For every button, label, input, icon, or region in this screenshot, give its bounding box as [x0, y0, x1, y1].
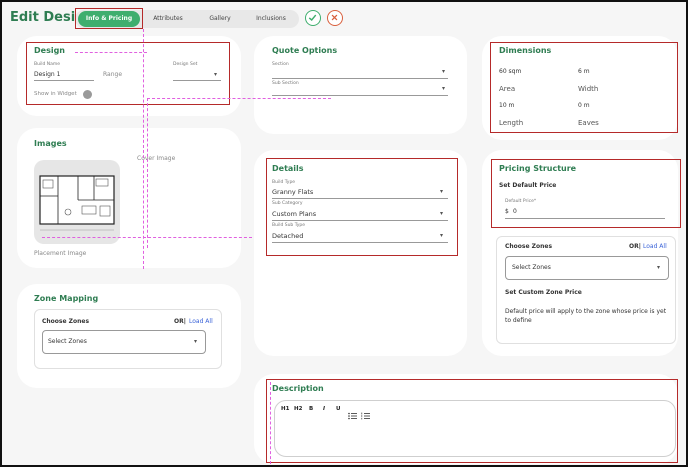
guide-line	[147, 98, 331, 99]
tab-info-pricing-label: Info & Pricing	[85, 15, 133, 22]
bold-button[interactable]: B	[309, 406, 313, 412]
guide-line	[147, 98, 148, 248]
default-price-input[interactable]: 0	[513, 208, 517, 215]
chevron-down-icon[interactable]: ▾	[440, 232, 443, 239]
build-name-input[interactable]: Design 1	[34, 71, 60, 78]
or-label: OR|	[174, 318, 186, 325]
chevron-down-icon[interactable]: ▾	[657, 264, 660, 271]
default-price-label: Default Price*	[505, 199, 537, 204]
pricing-structure-title: Pricing Structure	[499, 164, 577, 173]
guide-line	[75, 52, 147, 53]
show-in-widget-label: Show in Widget	[34, 91, 77, 97]
width-label: Width	[578, 85, 599, 93]
numbered-list-icon[interactable]	[361, 405, 370, 424]
area-label: Area	[499, 85, 516, 93]
close-icon	[331, 14, 338, 21]
pricing-note: Default price will apply to the zone who…	[505, 308, 667, 324]
build-type-select[interactable]: Granny Flats	[272, 188, 313, 196]
sub-section-label: Sub Section	[272, 81, 299, 86]
tab-gallery[interactable]: Gallery	[197, 15, 243, 22]
select-zones-placeholder: Select Zones	[48, 338, 87, 345]
area-value: 60 sqm	[499, 68, 522, 75]
chevron-down-icon[interactable]: ▾	[214, 71, 217, 78]
chevron-down-icon[interactable]: ▾	[440, 188, 443, 195]
bullet-list-icon[interactable]	[348, 405, 357, 424]
heading1-button[interactable]: H1	[281, 406, 289, 412]
dimensions-title: Dimensions	[499, 46, 552, 55]
description-editor[interactable]	[274, 400, 676, 457]
zone-mapping-title: Zone Mapping	[34, 294, 99, 303]
eaves-label: Eaves	[578, 119, 599, 127]
quote-options-title: Quote Options	[272, 46, 338, 55]
or-label: OR|	[629, 243, 641, 250]
custom-zone-price-label: Set Custom Zone Price	[505, 289, 582, 296]
build-sub-type-select[interactable]: Detached	[272, 232, 303, 240]
sub-category-label: Sub Category	[272, 201, 303, 206]
choose-zones-label: Choose Zones	[505, 243, 553, 250]
italic-button[interactable]: I	[323, 406, 325, 412]
chevron-down-icon[interactable]: ▾	[442, 85, 445, 92]
build-type-label: Build Type	[272, 180, 296, 185]
chevron-down-icon[interactable]: ▾	[442, 68, 445, 75]
design-set-label: Design Set	[173, 62, 198, 67]
details-title: Details	[272, 164, 304, 173]
width-value: 6 m	[578, 68, 590, 75]
guide-line	[143, 29, 144, 269]
app-frame: Edit Design Info & Pricing Attributes Ga…	[0, 0, 688, 467]
build-sub-type-label: Build Sub Type	[272, 223, 306, 228]
length-label: Length	[499, 119, 524, 127]
set-default-price-label: Set Default Price	[499, 182, 557, 189]
guide-line	[270, 382, 271, 464]
images-title: Images	[34, 139, 67, 148]
load-all-link[interactable]: Load All	[189, 318, 213, 325]
tab-inclusions[interactable]: Inclusions	[247, 15, 295, 22]
placement-image-label: Placement Image	[34, 250, 87, 257]
check-icon	[308, 14, 317, 21]
floor-plan-image	[39, 175, 115, 231]
chevron-down-icon[interactable]: ▾	[440, 210, 443, 217]
show-in-widget-toggle[interactable]	[83, 90, 92, 99]
heading2-button[interactable]: H2	[294, 406, 302, 412]
cancel-button[interactable]	[327, 10, 343, 26]
save-button[interactable]	[305, 10, 321, 26]
length-value: 10 m	[499, 102, 515, 109]
load-all-link[interactable]: Load All	[643, 243, 667, 250]
build-name-label: Build Name	[34, 62, 61, 67]
sub-category-select[interactable]: Custom Plans	[272, 210, 316, 218]
chevron-down-icon[interactable]: ▾	[194, 338, 197, 345]
underline-button[interactable]: U	[336, 406, 340, 412]
select-zones-placeholder: Select Zones	[512, 264, 551, 271]
description-title: Description	[272, 384, 324, 393]
placement-image-thumb[interactable]	[34, 160, 120, 244]
design-title: Design	[34, 46, 65, 55]
eaves-value: 0 m	[578, 102, 590, 109]
tab-attributes[interactable]: Attributes	[145, 15, 191, 22]
choose-zones-label: Choose Zones	[42, 318, 90, 325]
currency-symbol: $	[505, 208, 509, 215]
section-label: Section	[272, 62, 289, 67]
range-input[interactable]: Range	[103, 71, 122, 78]
tab-info-pricing[interactable]: Info & Pricing	[78, 11, 140, 27]
guide-line	[42, 237, 252, 238]
